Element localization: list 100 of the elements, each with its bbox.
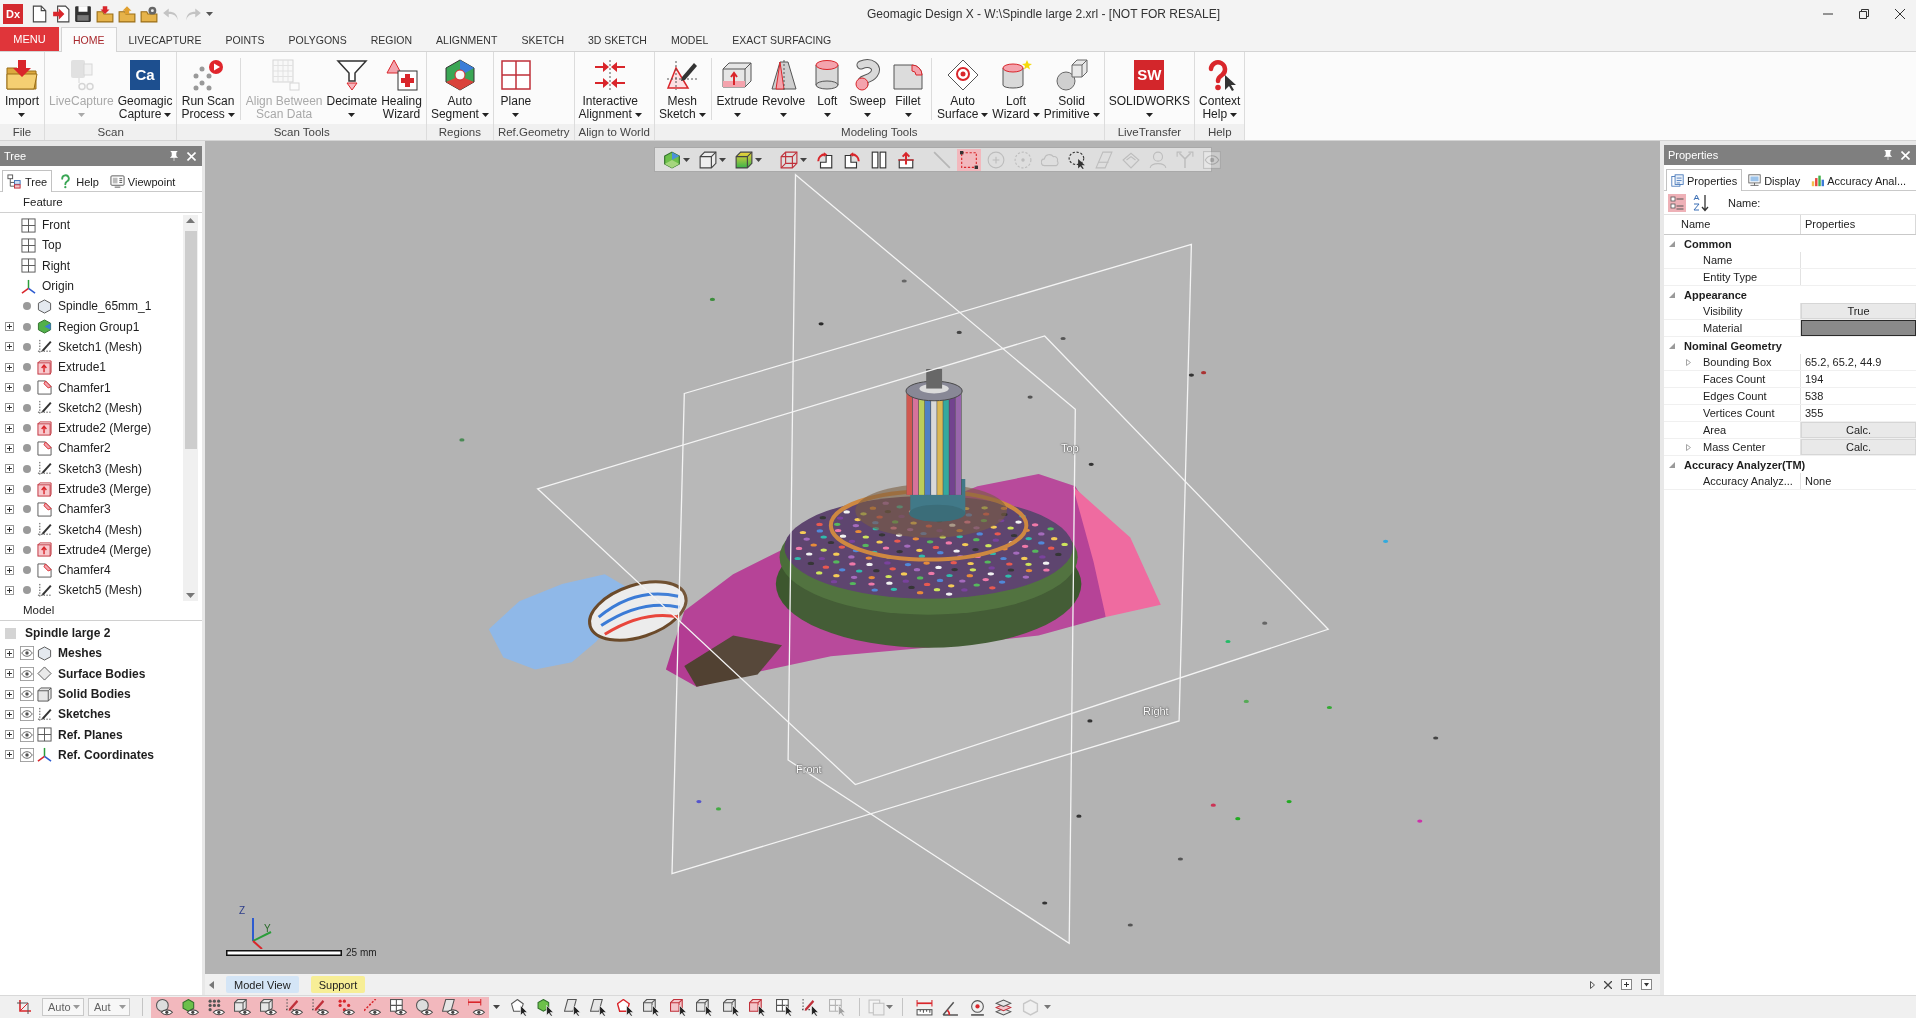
ribbon-button[interactable]: Solid Primitive bbox=[1041, 52, 1102, 124]
panel-tab[interactable]: Tree bbox=[2, 170, 53, 192]
ribbon-button[interactable]: Plane bbox=[495, 52, 536, 124]
menu-button[interactable]: MENU bbox=[0, 27, 59, 51]
tree-item[interactable]: Chamfer4 bbox=[58, 563, 111, 578]
color-swatch[interactable] bbox=[1801, 320, 1916, 336]
tree-item[interactable]: Chamfer1 bbox=[58, 380, 111, 395]
folder-gear-icon[interactable] bbox=[140, 4, 158, 23]
collapse-triangle-icon[interactable] bbox=[1669, 461, 1675, 468]
panel-tab[interactable]: Help bbox=[53, 170, 104, 192]
eye-icon[interactable] bbox=[20, 666, 34, 681]
collapse-triangle-icon[interactable] bbox=[1669, 342, 1675, 349]
filter-toggle[interactable] bbox=[151, 996, 177, 1018]
eye-icon[interactable] bbox=[20, 646, 34, 661]
filter-toggle[interactable] bbox=[463, 996, 489, 1018]
ribbon-button[interactable]: Mesh Sketch bbox=[656, 52, 708, 124]
tree-item[interactable]: Right bbox=[42, 258, 70, 273]
tree-item[interactable]: Sketch5 (Mesh) bbox=[58, 583, 143, 598]
value-button[interactable]: True bbox=[1801, 303, 1916, 319]
ribbon-tab[interactable]: SKETCH bbox=[509, 27, 576, 52]
expand-plus-icon[interactable] bbox=[5, 586, 14, 595]
caret-icon[interactable] bbox=[1043, 1005, 1051, 1009]
ribbon-tab[interactable]: POLYGONS bbox=[276, 27, 359, 52]
ribbon-tab[interactable]: HOME bbox=[61, 27, 117, 52]
expand-plus-icon[interactable] bbox=[5, 484, 14, 494]
tree-item[interactable]: Extrude2 (Merge) bbox=[58, 421, 152, 436]
ribbon-tab[interactable]: MODEL bbox=[658, 27, 721, 52]
ribbon-tab[interactable]: REGION bbox=[358, 27, 425, 52]
tree-item[interactable]: Top bbox=[42, 238, 62, 253]
folder-arrow-icon[interactable] bbox=[96, 4, 114, 23]
scroll-down-icon[interactable] bbox=[186, 593, 195, 598]
tree-item[interactable]: Sketch2 (Mesh) bbox=[58, 400, 143, 415]
toolbar-button[interactable] bbox=[696, 148, 729, 171]
ribbon-tab[interactable]: 3D SKETCH bbox=[575, 27, 659, 52]
new-document-icon[interactable] bbox=[30, 4, 48, 23]
expand-plus-icon[interactable] bbox=[5, 689, 14, 699]
app-logo[interactable]: Dx bbox=[3, 3, 23, 24]
tree-item[interactable]: Extrude3 (Merge) bbox=[58, 482, 152, 496]
eye-icon[interactable] bbox=[20, 687, 34, 702]
expand-plus-icon[interactable] bbox=[5, 545, 14, 555]
expand-plus-icon[interactable] bbox=[5, 362, 14, 372]
column-header[interactable]: Properties bbox=[1801, 215, 1916, 234]
collapse-triangle-icon[interactable] bbox=[1669, 240, 1675, 247]
ribbon-tab[interactable]: POINTS bbox=[213, 27, 277, 52]
caret-icon[interactable] bbox=[206, 11, 213, 16]
tree-item[interactable]: Spindle_65mm_1 bbox=[58, 299, 152, 314]
ribbon-tab[interactable]: ALIGNMENT bbox=[424, 27, 510, 52]
collapse-triangle-icon[interactable] bbox=[1669, 291, 1675, 298]
panel-tab[interactable]: Properties bbox=[1666, 169, 1743, 191]
ribbon-button[interactable]: Run Scan Process bbox=[179, 52, 237, 124]
expand-plus-icon[interactable] bbox=[5, 648, 14, 658]
view-tab[interactable]: Support bbox=[310, 976, 366, 993]
expand-plus-icon[interactable] bbox=[5, 403, 14, 413]
ribbon-button[interactable]: Auto Segment bbox=[428, 52, 491, 124]
categorized-list-icon[interactable] bbox=[1668, 193, 1686, 212]
expand-plus-icon[interactable] bbox=[5, 342, 14, 352]
column-header[interactable]: Name bbox=[1664, 215, 1801, 234]
close-icon[interactable] bbox=[1604, 980, 1612, 989]
expand-plus-icon[interactable] bbox=[5, 443, 14, 453]
tree-item[interactable]: Chamfer3 bbox=[58, 502, 111, 517]
folder-up-icon[interactable] bbox=[118, 4, 136, 23]
tree-item[interactable]: Extrude4 (Merge) bbox=[58, 542, 152, 557]
tree-item[interactable]: Meshes bbox=[58, 646, 103, 661]
document-arrow-icon[interactable] bbox=[52, 4, 70, 23]
ribbon-button[interactable]: Extrude bbox=[714, 52, 760, 124]
ribbon-tab[interactable]: LIVECAPTURE bbox=[116, 27, 214, 52]
ribbon-button[interactable]: Revolve bbox=[759, 52, 808, 124]
ribbon-button[interactable]: Healing Wizard bbox=[379, 52, 424, 124]
expand-plus-icon[interactable] bbox=[5, 322, 14, 332]
value-button[interactable]: Calc. bbox=[1801, 422, 1916, 438]
expand-plus-icon[interactable] bbox=[5, 504, 14, 514]
toolbar-button[interactable] bbox=[732, 148, 765, 171]
tree-item[interactable]: Sketch3 (Mesh) bbox=[58, 461, 143, 476]
tree-item[interactable]: Origin bbox=[42, 279, 74, 294]
tree-item[interactable]: Chamfer2 bbox=[58, 441, 111, 456]
frame-corner-icon[interactable] bbox=[16, 999, 32, 1015]
eye-icon[interactable] bbox=[20, 747, 34, 762]
ribbon-button[interactable]: Ca Geomagic Capture bbox=[115, 52, 175, 124]
ribbon-button[interactable]: Auto Surface bbox=[935, 52, 991, 124]
eye-icon[interactable] bbox=[20, 707, 34, 722]
expand-plus-icon[interactable] bbox=[5, 565, 14, 575]
ribbon-button[interactable]: Decimate bbox=[324, 52, 380, 124]
tree-item[interactable]: Ref. Planes bbox=[58, 727, 123, 742]
tree-item[interactable]: Region Group1 bbox=[58, 319, 140, 334]
ribbon-button[interactable]: Context Help bbox=[1197, 52, 1243, 124]
ribbon-button[interactable]: SW SOLIDWORKS bbox=[1106, 52, 1193, 124]
expand-plus-icon[interactable] bbox=[5, 709, 14, 719]
scroll-left-icon[interactable] bbox=[209, 980, 214, 989]
tree-item[interactable]: Ref. Coordinates bbox=[58, 747, 154, 762]
expand-plus-icon[interactable] bbox=[5, 730, 14, 740]
panel-tab[interactable]: Accuracy Anal... bbox=[1806, 169, 1912, 191]
scrollbar-thumb[interactable] bbox=[184, 231, 197, 449]
close-icon[interactable] bbox=[1895, 8, 1905, 19]
tree-item[interactable]: Sketch4 (Mesh) bbox=[58, 522, 143, 537]
tree-item[interactable]: Sketches bbox=[58, 707, 111, 722]
tree-item[interactable]: Sketch1 (Mesh) bbox=[58, 339, 143, 354]
tree-item[interactable]: Spindle large 2 bbox=[25, 626, 111, 641]
dropdown-icon[interactable] bbox=[1641, 979, 1652, 990]
tree-item[interactable]: Front bbox=[42, 218, 70, 233]
panel-tab[interactable]: Viewpoint bbox=[104, 170, 181, 192]
